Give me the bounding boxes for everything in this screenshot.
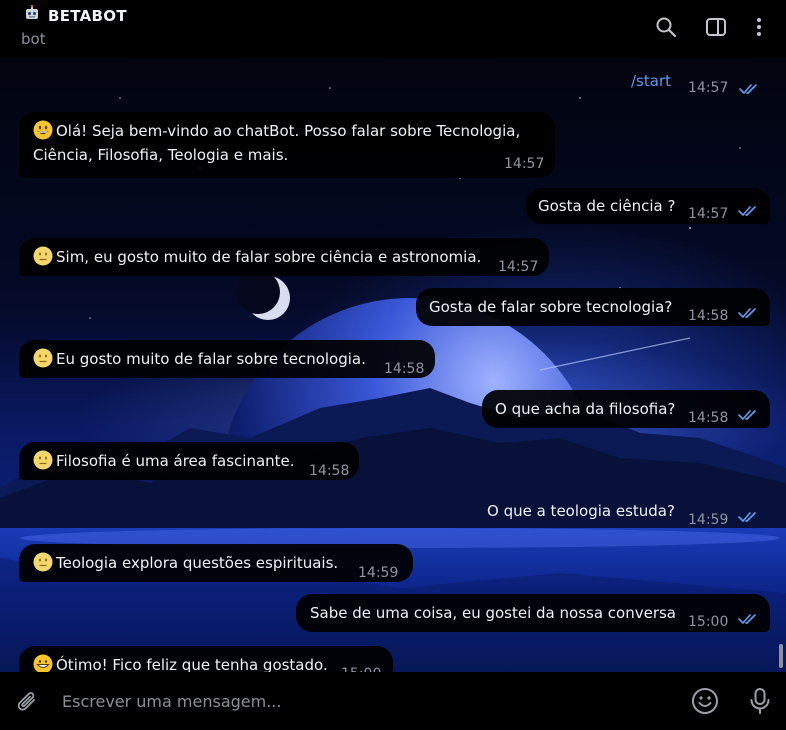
message-time: 14:57 — [688, 80, 729, 96]
message-line: Ciência, Filosofia, Teologia e mais. — [33, 146, 289, 164]
neutral-face-icon — [33, 552, 53, 572]
message-outgoing[interactable]: Gosta de falar sobre tecnologia? 14:58 — [416, 288, 770, 326]
message-time: 14:57 — [504, 156, 545, 172]
message-incoming[interactable]: Ótimo! Fico feliz que tenha gostado. 15:… — [19, 646, 393, 672]
chat-history[interactable]: /start 14:57 Olá! Seja bem-vindo ao chat… — [0, 58, 786, 672]
message-outgoing[interactable]: O que acha da filosofia? 14:58 — [482, 390, 770, 428]
microphone-icon[interactable] — [746, 686, 774, 716]
neutral-face-icon — [33, 450, 53, 470]
neutral-face-icon — [33, 246, 53, 266]
message-time: 14:58 — [309, 463, 350, 479]
chat-title-row[interactable]: BETABOT — [22, 4, 127, 27]
sidebar-toggle-icon[interactable] — [703, 14, 729, 40]
message-line: Eu gosto muito de falar sobre tecnologia… — [56, 350, 366, 368]
message-time: 14:57 — [688, 206, 729, 222]
emoji-icon[interactable] — [690, 686, 720, 716]
read-ticks-icon — [738, 206, 756, 216]
message-outgoing[interactable]: O que a teologia estuda? 14:59 — [474, 492, 770, 530]
grinning-face-icon — [33, 654, 53, 672]
message-time: 14:59 — [688, 512, 729, 528]
chat-title: BETABOT — [48, 6, 127, 25]
message-time: 14:58 — [688, 308, 729, 324]
chat-scrollbar[interactable] — [779, 644, 783, 668]
message-time: 14:58 — [688, 410, 729, 426]
message-time: 14:58 — [384, 361, 425, 377]
message-outgoing[interactable]: Gosta de ciência ? 14:57 — [526, 188, 770, 224]
message-line: Ótimo! Fico feliz que tenha gostado. — [56, 656, 328, 672]
command-link[interactable]: /start — [631, 72, 671, 90]
message-text: Gosta de ciência ? — [538, 197, 676, 215]
chat-header: BETABOT bot — [0, 0, 786, 58]
message-composer — [0, 672, 786, 730]
read-ticks-icon — [738, 410, 756, 420]
message-text: Ótimo! Fico feliz que tenha gostado. — [33, 653, 328, 672]
message-outgoing[interactable]: Sabe de uma coisa, eu gostei da nossa co… — [296, 594, 770, 632]
message-line: Sim, eu gosto muito de falar sobre ciênc… — [56, 248, 482, 266]
message-outgoing[interactable]: /start 14:57 — [620, 68, 770, 104]
message-incoming[interactable]: Eu gosto muito de falar sobre tecnologia… — [19, 340, 435, 378]
message-incoming[interactable]: Filosofia é uma área fascinante. 14:58 — [19, 442, 359, 480]
read-ticks-icon — [738, 512, 756, 522]
message-incoming[interactable]: Olá! Seja bem-vindo ao chatBot. Posso fa… — [19, 112, 555, 178]
message-text: O que a teologia estuda? — [487, 502, 675, 520]
chat-subtitle: bot — [21, 30, 46, 48]
read-ticks-icon — [738, 614, 756, 624]
message-line: Filosofia é uma área fascinante. — [56, 452, 295, 470]
message-text: O que acha da filosofia? — [495, 400, 676, 418]
message-text: Sim, eu gosto muito de falar sobre ciênc… — [33, 245, 481, 269]
message-text: Teologia explora questões espirituais. — [33, 551, 338, 575]
read-ticks-icon — [738, 308, 756, 318]
read-ticks-icon — [739, 84, 757, 94]
message-input[interactable] — [62, 688, 672, 714]
message-line: Olá! Seja bem-vindo ao chatBot. Posso fa… — [56, 122, 521, 140]
robot-icon — [22, 4, 42, 27]
message-text: Filosofia é uma área fascinante. — [33, 449, 295, 473]
search-icon[interactable] — [653, 14, 679, 40]
message-text: Olá! Seja bem-vindo ao chatBot. Posso fa… — [33, 119, 520, 143]
message-line: Teologia explora questões espirituais. — [56, 554, 339, 572]
neutral-face-icon — [33, 348, 53, 368]
more-vertical-icon[interactable] — [746, 14, 772, 40]
message-text: Sabe de uma coisa, eu gostei da nossa co… — [310, 604, 676, 622]
message-time: 15:00 — [341, 662, 381, 672]
message-incoming[interactable]: Teologia explora questões espirituais. 1… — [19, 544, 413, 582]
message-text: Eu gosto muito de falar sobre tecnologia… — [33, 347, 366, 371]
message-text: Gosta de falar sobre tecnologia? — [429, 298, 673, 316]
telegram-chat-window: BETABOT bot /start 14:57 Olá! Seja bem-v… — [0, 0, 786, 730]
message-time: 15:00 — [688, 614, 729, 630]
message-time: 14:57 — [498, 259, 539, 275]
message-incoming[interactable]: Sim, eu gosto muito de falar sobre ciênc… — [19, 238, 549, 276]
paperclip-icon[interactable] — [14, 688, 42, 716]
grinning-face-icon — [33, 120, 53, 140]
message-time: 14:59 — [358, 565, 399, 581]
